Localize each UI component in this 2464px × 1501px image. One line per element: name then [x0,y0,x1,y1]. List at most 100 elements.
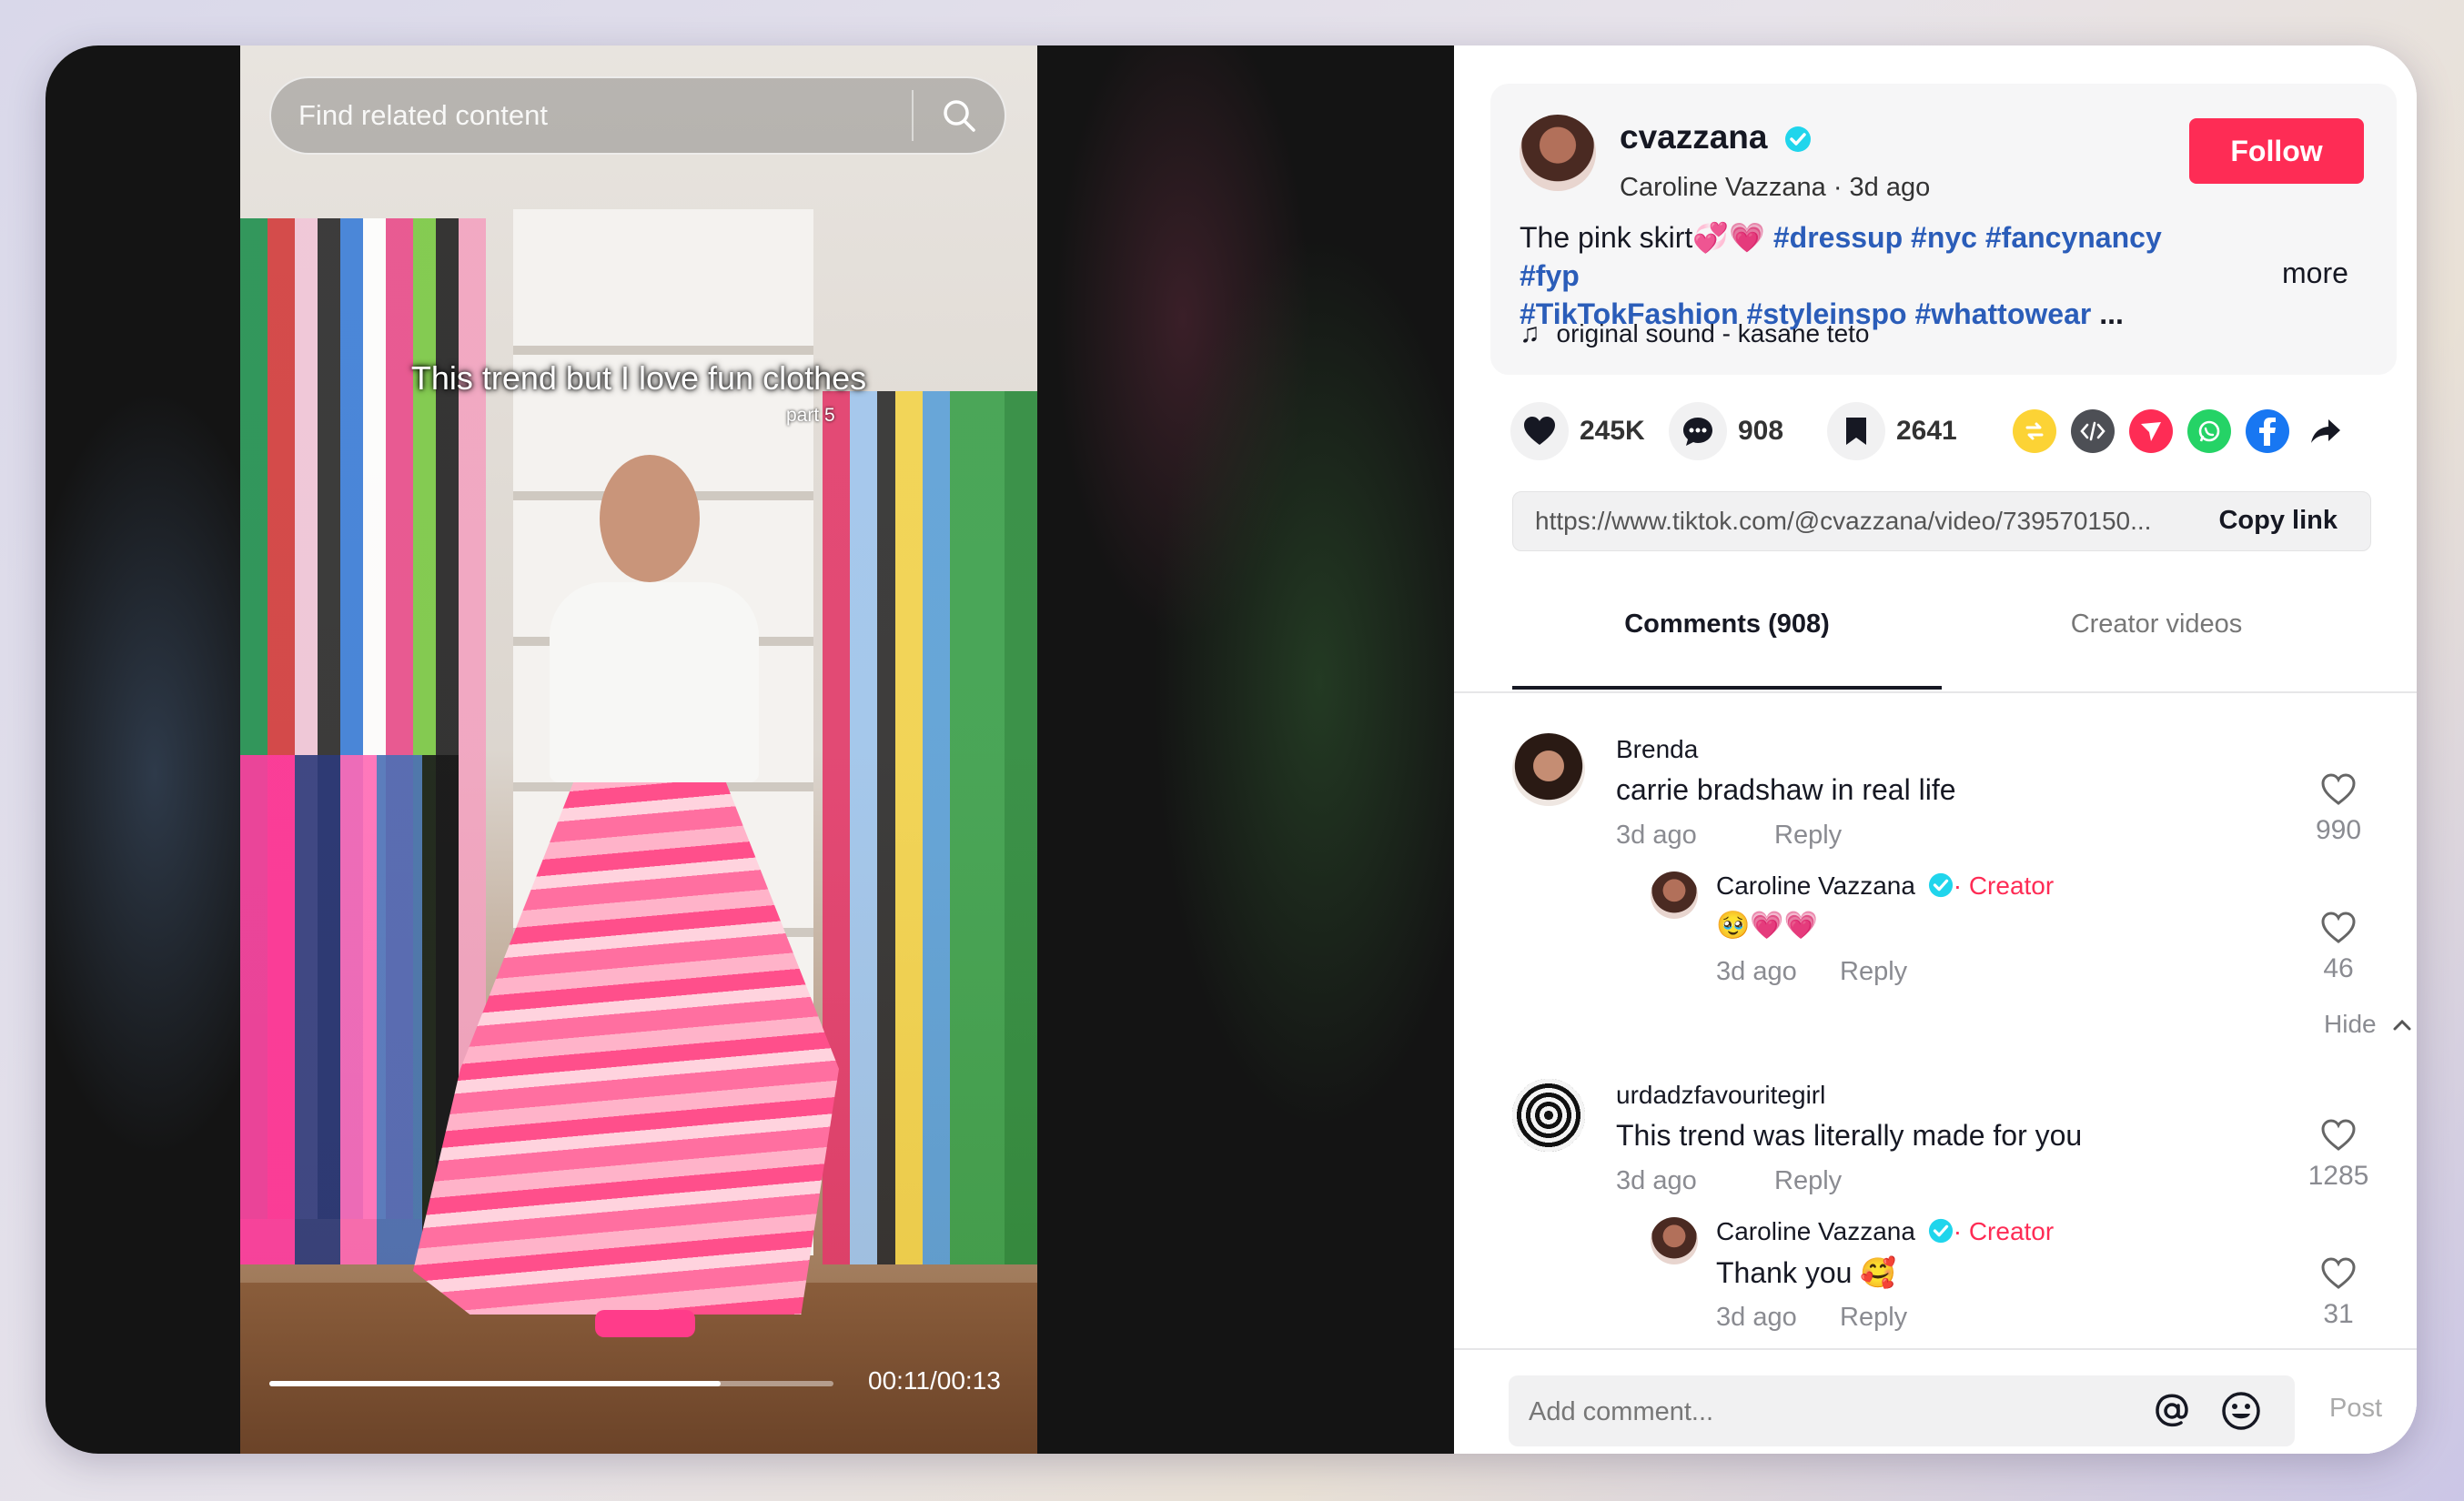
reply-text: Thank you 🥰 [1716,1256,1897,1289]
author-display-name: Caroline Vazzana [1620,173,1826,202]
comment-like-count: 31 [2323,1299,2354,1329]
video-scene-shoes [595,1310,695,1337]
comment-time: 3d ago [1616,1166,1697,1195]
hide-replies-button[interactable]: Hide [2324,1010,2412,1039]
comment-list[interactable]: Brenda carrie bradshaw in real life 3d a… [1454,693,2417,1348]
reply-author-name: Caroline Vazzana [1716,1217,1915,1245]
save-action[interactable]: 2641 [1827,402,1957,460]
related-search-input[interactable] [271,98,912,133]
comment-like-button[interactable] [2302,1119,2375,1156]
whatsapp-icon[interactable] [2187,409,2231,453]
comment-like-count: 46 [2323,953,2354,983]
copy-link-button[interactable]: Copy link [2218,506,2338,536]
reply-author-name: Caroline Vazzana [1716,871,1915,900]
music-link[interactable]: ♫ original sound - kasane teto [1520,318,1870,349]
hashtag-link[interactable]: #dressup [1773,221,1903,254]
reply-author[interactable]: Caroline Vazzana · Creator [1716,1217,2054,1246]
hashtag-link[interactable]: #whattowear [1914,297,2091,330]
video-caption-sub: part 5 [786,405,835,426]
description-text: The pink skirt💞💗 [1520,221,1773,254]
comment-like-button[interactable] [2302,773,2375,811]
emoji-button[interactable] [2220,1390,2262,1432]
video-scene-clothes-right [823,391,1037,1264]
facebook-icon[interactable] [2246,409,2289,453]
emoji-icon [2222,1392,2260,1430]
heart-outline-icon [2321,773,2356,805]
comment-like-count: 990 [2315,815,2362,845]
save-button[interactable] [1827,402,1885,460]
send-icon[interactable] [2129,409,2173,453]
post-info-card: cvazzana Caroline Vazzana · 3d ago Follo… [1490,84,2397,375]
reply-avatar[interactable] [1651,871,1698,919]
video-progress-fill [269,1381,721,1386]
video-scene-head [600,455,700,582]
reply-button[interactable]: Reply [1774,1166,1842,1196]
reply-author[interactable]: Caroline Vazzana · Creator [1716,871,2054,901]
action-bar: 245K 908 2641 [1490,402,2400,475]
chevron-up-icon [2393,1019,2411,1031]
reply-button[interactable]: Reply [1774,821,1842,851]
heart-outline-icon [2321,1257,2356,1289]
active-tab-indicator [1512,686,1942,690]
subline-separator: · [1825,173,1850,202]
verified-icon [1928,872,1953,898]
search-button[interactable] [914,77,1005,154]
commenter-avatar[interactable] [1512,733,1585,806]
hide-replies-label: Hide [2324,1010,2377,1038]
author-username[interactable]: cvazzana [1620,118,1812,156]
music-note-icon: ♫ [1520,318,1540,348]
author-avatar[interactable] [1520,115,1596,191]
hashtag-link[interactable]: #fyp [1520,259,1580,292]
creator-badge: · Creator [1953,1217,2055,1245]
author-subline: Caroline Vazzana · 3d ago [1620,173,1930,203]
video-player[interactable]: This trend but I love fun clothes part 5… [240,45,1037,1454]
creator-badge: · Creator [1953,871,2055,900]
mention-button[interactable] [2151,1390,2193,1432]
comment-box[interactable] [1509,1375,2295,1446]
video-area[interactable]: This trend but I love fun clothes part 5… [45,45,1454,1454]
video-link-url[interactable]: https://www.tiktok.com/@cvazzana/video/7… [1535,507,2190,536]
post-comment-button[interactable]: Post [2329,1394,2382,1424]
save-count: 2641 [1896,416,1957,446]
comment-like-button[interactable] [2302,912,2375,949]
video-time: 00:11/00:13 [868,1366,1001,1395]
repost-icon[interactable] [2013,409,2056,453]
follow-button[interactable]: Follow [2189,118,2364,184]
related-search-bar[interactable] [269,76,1006,155]
comment-time: 3d ago [1616,821,1697,850]
reply-time: 3d ago [1716,957,1797,986]
commenter-avatar[interactable] [1512,1079,1585,1152]
commenter-name[interactable]: Brenda [1616,735,1698,764]
like-button[interactable] [1510,402,1569,460]
comment-like-button[interactable] [2302,1257,2375,1294]
hashtag-link[interactable]: #nyc [1911,221,1977,254]
at-mention-icon [2156,1394,2188,1427]
video-progress-bar[interactable] [269,1381,833,1386]
commenter-name[interactable]: urdadzfavouritegirl [1616,1081,1825,1110]
comment-action[interactable]: 908 [1669,402,1783,460]
video-scene-clothes-lower [240,755,459,1264]
post-description: The pink skirt💞💗 #dressup #nyc #fancynan… [1520,218,2193,333]
comment-button[interactable] [1669,402,1727,460]
reply-avatar[interactable] [1651,1217,1698,1264]
reply-button[interactable]: Reply [1840,1303,1907,1333]
comment-count: 908 [1738,416,1784,446]
verified-icon [1784,126,1811,153]
heart-outline-icon [2321,912,2356,943]
like-action[interactable]: 245K [1510,402,1645,460]
comment-text: carrie bradshaw in real life [1616,773,1956,806]
comment-text: This trend was literally made for you [1616,1119,2083,1152]
details-panel: cvazzana Caroline Vazzana · 3d ago Follo… [1454,45,2417,1454]
share-arrow-icon[interactable] [2304,409,2348,453]
video-scene-shirt [550,582,759,782]
tab-comments[interactable]: Comments (908) [1512,609,1942,640]
reply-text: 🥹💗💗 [1716,911,1819,941]
embed-icon[interactable] [2071,409,2115,453]
reply-button[interactable]: Reply [1840,957,1907,987]
comment-input[interactable] [1527,1388,2095,1436]
more-button[interactable]: more [2282,257,2348,290]
video-link-box: https://www.tiktok.com/@cvazzana/video/7… [1512,491,2371,551]
tab-creator-videos[interactable]: Creator videos [1942,609,2371,640]
comment-composer: Post [1454,1348,2417,1454]
hashtag-link[interactable]: #fancynancy [1985,221,2162,254]
